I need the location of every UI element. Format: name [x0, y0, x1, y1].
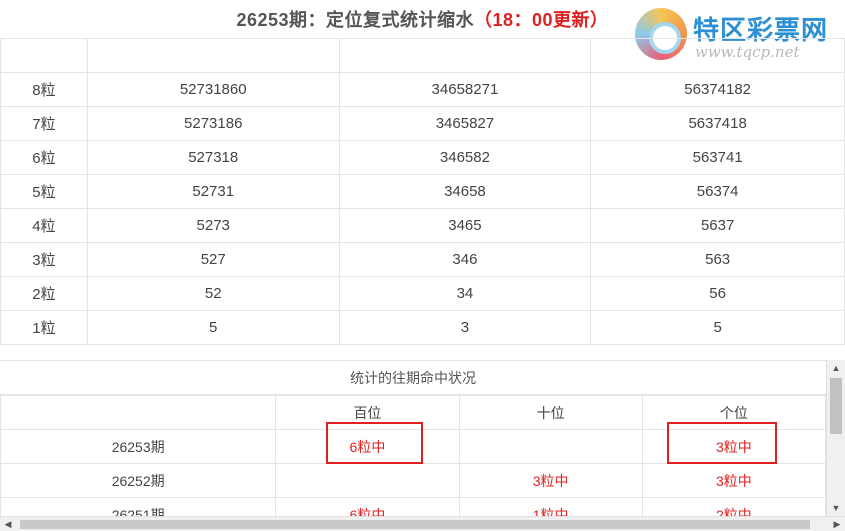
- hit-units: 3粒中: [641, 463, 826, 498]
- vertical-scrollbar[interactable]: ▲ ▼: [826, 360, 845, 516]
- row-label: 2粒: [0, 276, 88, 311]
- scroll-right-icon[interactable]: ▶: [829, 517, 845, 531]
- hit-tens: 3粒中: [458, 463, 643, 498]
- title-main: 26253期：定位复式统计缩水: [236, 10, 474, 30]
- cell-tens: 34: [338, 276, 592, 311]
- history-title: 统计的往期命中状况: [0, 361, 826, 395]
- hit-tens: [458, 429, 643, 464]
- table-row: 4粒 5273 3465 5637: [0, 208, 845, 243]
- cell-units: 563741: [590, 140, 845, 175]
- cell-tens: 34658271: [338, 72, 592, 107]
- row-label: 8粒: [0, 72, 88, 107]
- cell-units: 5637: [590, 208, 845, 243]
- scroll-down-icon[interactable]: ▼: [827, 500, 845, 516]
- cell-tens: 3465: [338, 208, 592, 243]
- cell-hundreds: 527: [86, 242, 340, 277]
- table-row: 1粒 5 3 5: [0, 310, 845, 345]
- cell-units: 56: [590, 276, 845, 311]
- cell-hundreds: 527318: [86, 140, 340, 175]
- cell-tens: 3465827: [338, 106, 592, 141]
- table-row: 3粒 527 346 563: [0, 242, 845, 277]
- table-row: 7粒 5273186 3465827 5637418: [0, 106, 845, 141]
- row-label: 3粒: [0, 242, 88, 277]
- row-label: 5粒: [0, 174, 88, 209]
- cell-hundreds: 52731: [86, 174, 340, 209]
- row-label: 4粒: [0, 208, 88, 243]
- cell-tens: 3: [338, 310, 592, 345]
- row-label: 7粒: [0, 106, 88, 141]
- table-row: 5粒 52731 34658 56374: [0, 174, 845, 209]
- scrollbar-thumb[interactable]: [830, 378, 842, 434]
- cell-hundreds: 5273: [86, 208, 340, 243]
- cell-units: 5: [590, 310, 845, 345]
- row-label: 6粒: [0, 140, 88, 175]
- position-reduction-table: 8粒 52731860 34658271 56374182 7粒 5273186…: [0, 38, 845, 345]
- cell-hundreds: 52731860: [86, 72, 340, 107]
- table-row: 2粒 52 34 56: [0, 276, 845, 311]
- issue-number: 26253期: [0, 429, 277, 464]
- cell-tens: 346: [338, 242, 592, 277]
- table-header-row: [0, 38, 845, 73]
- table-row: 8粒 52731860 34658271 56374182: [0, 72, 845, 107]
- cell-units: 56374182: [590, 72, 845, 107]
- cell-units: 56374: [590, 174, 845, 209]
- cell-tens: 346582: [338, 140, 592, 175]
- cell-units: 5637418: [590, 106, 845, 141]
- column-header-tens: 十位: [458, 395, 643, 430]
- horizontal-scrollbar-thumb[interactable]: [20, 520, 810, 529]
- cell-tens: 34658: [338, 174, 592, 209]
- highlight-box: [326, 422, 423, 464]
- issue-number: 26252期: [0, 463, 277, 498]
- scroll-left-icon[interactable]: ◀: [0, 517, 16, 531]
- scroll-up-icon[interactable]: ▲: [827, 360, 845, 376]
- table-row: 6粒 527318 346582 563741: [0, 140, 845, 175]
- cell-units: 563: [590, 242, 845, 277]
- history-row: 26252期 3粒中 3粒中: [0, 463, 826, 498]
- cell-hundreds: 5: [86, 310, 340, 345]
- hit-hundreds: [275, 463, 460, 498]
- highlight-box: [667, 422, 777, 464]
- cell-hundreds: 5273186: [86, 106, 340, 141]
- cell-hundreds: 52: [86, 276, 340, 311]
- row-label: 1粒: [0, 310, 88, 345]
- horizontal-scrollbar[interactable]: ◀ ▶: [0, 516, 845, 531]
- title-update-time: （18：00更新）: [474, 10, 609, 30]
